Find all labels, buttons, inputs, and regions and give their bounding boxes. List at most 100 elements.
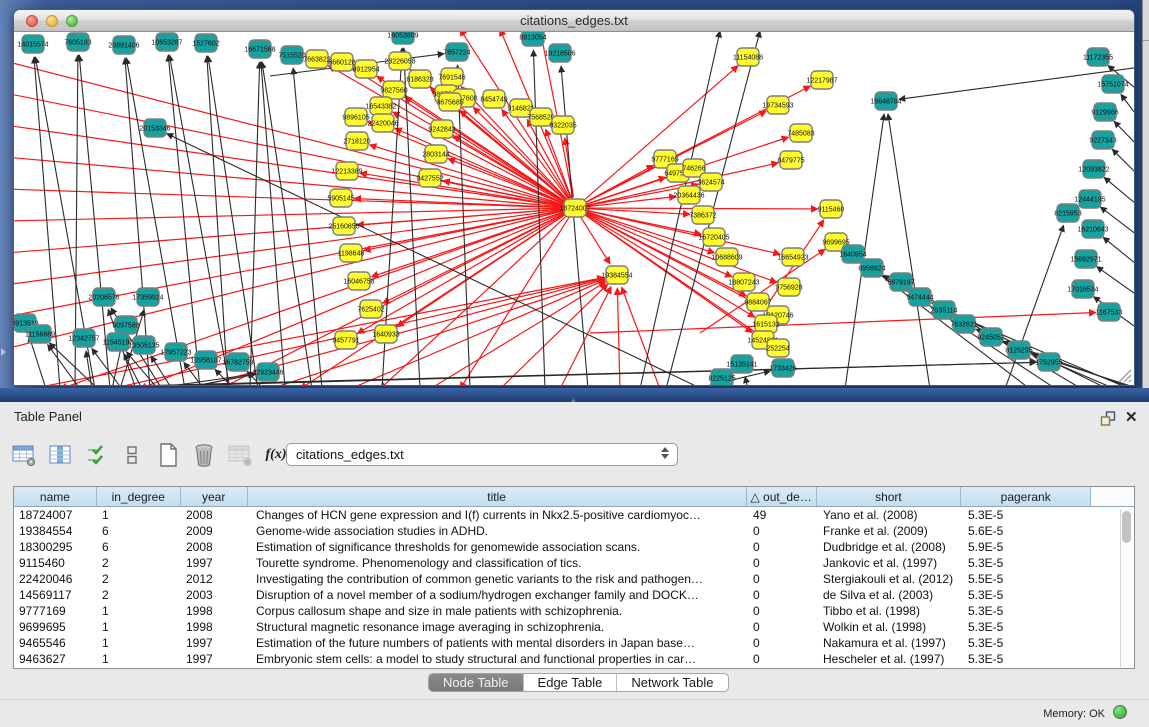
graph-node[interactable]: 13505135 <box>128 336 159 354</box>
table-row[interactable]: 946362711997Embryonic stem cells: a mode… <box>14 651 1134 667</box>
graph-node[interactable]: 16654923 <box>777 248 808 266</box>
graph-node[interactable]: 7857224 <box>443 43 470 61</box>
graph-node[interactable]: 12093822 <box>1078 160 1109 178</box>
graph-node[interactable]: 9227343 <box>1089 131 1116 149</box>
graph-node[interactable]: 8225125 <box>708 369 735 385</box>
graph-edge[interactable] <box>500 284 608 385</box>
graph-node[interactable]: 10653287 <box>151 33 182 51</box>
tab-node-table[interactable]: Node Table <box>429 674 524 691</box>
graph-node[interactable]: 20206576 <box>88 288 119 306</box>
graph-node[interactable]: 11172355 <box>1083 48 1113 66</box>
graph-node[interactable]: 18807243 <box>728 273 759 291</box>
graph-node[interactable]: 16210643 <box>1077 220 1108 238</box>
graph-node[interactable]: 9756928 <box>775 278 802 296</box>
graph-edge[interactable] <box>14 208 564 221</box>
graph-node[interactable]: 22420046 <box>367 114 398 132</box>
table-row[interactable]: 911546021997Tourette syndrome. Phenomeno… <box>14 555 1134 571</box>
graph-edge[interactable] <box>14 61 564 205</box>
column-header-name[interactable]: name <box>14 487 97 506</box>
graph-node[interactable]: 12342757 <box>68 329 99 347</box>
graph-node[interactable]: 25160850 <box>328 217 359 235</box>
graph-node[interactable]: 9115460 <box>818 200 845 218</box>
graph-edge[interactable] <box>168 55 200 385</box>
graph-edge[interactable] <box>169 55 230 385</box>
table-chooser-combobox[interactable]: citations_edges.txt <box>286 443 678 466</box>
graph-node[interactable]: 19218506 <box>544 44 575 62</box>
graph-node[interactable]: 16053809 <box>387 32 418 44</box>
graph-edge[interactable] <box>560 287 611 385</box>
graph-node[interactable]: 2803144 <box>422 145 449 163</box>
graph-node[interactable]: 11154088 <box>733 48 763 66</box>
graph-edge[interactable] <box>1104 177 1134 208</box>
scrollbar-thumb[interactable] <box>1122 511 1131 543</box>
column-header-title[interactable]: title <box>248 487 747 506</box>
graph-node[interactable]: 9245052 <box>977 328 1004 346</box>
graph-node[interactable]: 15751074 <box>1097 75 1128 93</box>
table-row[interactable]: 946554611997Estimation of the future num… <box>14 635 1134 651</box>
graph-node[interactable]: 8186328 <box>406 70 433 88</box>
graph-node[interactable]: 7386372 <box>689 206 716 224</box>
graph-node[interactable]: 20891406 <box>108 36 139 54</box>
graph-edge[interactable] <box>1112 149 1134 178</box>
graph-node[interactable]: 20153346 <box>139 119 170 137</box>
graph-edge[interactable] <box>586 196 676 206</box>
graph-edge[interactable] <box>208 56 258 385</box>
graph-node[interactable]: 12444195 <box>1074 190 1105 208</box>
graph-edge[interactable] <box>1103 237 1134 268</box>
graph-node[interactable]: 1167533 <box>1096 303 1123 321</box>
graph-node[interactable]: 9474444 <box>906 288 933 306</box>
graph-node[interactable]: 8912954 <box>352 60 379 78</box>
graph-edge[interactable] <box>590 313 1096 333</box>
graph-node[interactable]: 9896105 <box>342 108 369 126</box>
graph-node[interactable]: 9457791 <box>332 331 359 349</box>
network-canvas[interactable]: 1872400776638228660128891295423226058982… <box>14 32 1134 385</box>
memory-ok-indicator[interactable] <box>1113 705 1127 719</box>
table-row[interactable]: 1830029562008Estimation of significance … <box>14 539 1134 555</box>
graph-node[interactable]: 1527602 <box>192 34 219 52</box>
graph-edge[interactable] <box>250 62 260 385</box>
column-header-out_de…[interactable]: △ out_de… <box>747 487 817 506</box>
graph-node[interactable]: 12217987 <box>806 71 837 89</box>
graph-node[interactable]: 8125295 <box>1005 341 1032 359</box>
graph-node[interactable]: 8479775 <box>777 151 804 169</box>
graph-node[interactable]: 20364436 <box>673 186 704 204</box>
tab-edge-table[interactable]: Edge Table <box>524 674 618 691</box>
delete-rows-trash-icon[interactable] <box>190 441 218 469</box>
graph-node[interactable]: 10958107 <box>190 351 221 369</box>
graph-edge[interactable] <box>18 362 1036 385</box>
graph-node[interactable]: 1752955 <box>1035 353 1062 371</box>
graph-node[interactable]: 9427552 <box>416 169 443 187</box>
graph-node[interactable]: 14015574 <box>17 35 48 53</box>
graph-node[interactable]: 11156889 <box>25 325 55 343</box>
graph-node[interactable]: 9242843 <box>428 120 455 138</box>
graph-node[interactable]: 17016534 <box>1067 280 1098 298</box>
graph-edge[interactable] <box>1097 267 1134 298</box>
window-resize-grip[interactable] <box>1116 367 1132 383</box>
graph-node[interactable]: 9322035 <box>549 116 576 134</box>
graph-node[interactable]: 16782759 <box>222 353 253 371</box>
float-panel-icon[interactable] <box>1100 411 1117 427</box>
graph-edge[interactable] <box>1114 121 1134 149</box>
table-row[interactable]: 2242004622012Investigating the contribut… <box>14 571 1134 587</box>
graph-node[interactable]: 7515520 <box>278 46 305 64</box>
graph-node[interactable]: 18724007 <box>559 199 590 217</box>
graph-edge[interactable] <box>956 315 1130 385</box>
graph-node[interactable]: 2718120 <box>343 132 370 150</box>
graph-edge[interactable] <box>262 62 312 385</box>
graph-edge[interactable] <box>1121 94 1134 121</box>
node-attribute-table[interactable]: namein_degreeyeartitle△ out_de…shortpage… <box>13 486 1135 669</box>
graph-node[interactable]: 7605183 <box>64 33 91 51</box>
graph-node[interactable]: 9129966 <box>1091 103 1118 121</box>
table-row[interactable]: 1456911722003Disruption of a novel membe… <box>14 587 1134 603</box>
graph-node[interactable]: 16671588 <box>244 40 275 58</box>
graph-node[interactable]: 23226058 <box>384 52 415 70</box>
graph-edge[interactable] <box>622 287 660 385</box>
graph-node[interactable]: 7632621 <box>950 315 977 333</box>
table-settings-icon[interactable] <box>10 441 38 469</box>
graph-node[interactable]: 7485083 <box>787 124 814 142</box>
window-titlebar[interactable]: citations_edges.txt <box>14 10 1134 32</box>
graph-node[interactable]: 7663822 <box>303 50 330 68</box>
graph-node[interactable]: 3675685 <box>436 93 463 111</box>
graph-node[interactable]: 16543382 <box>365 97 396 115</box>
column-header-pagerank[interactable]: pagerank <box>961 487 1091 506</box>
